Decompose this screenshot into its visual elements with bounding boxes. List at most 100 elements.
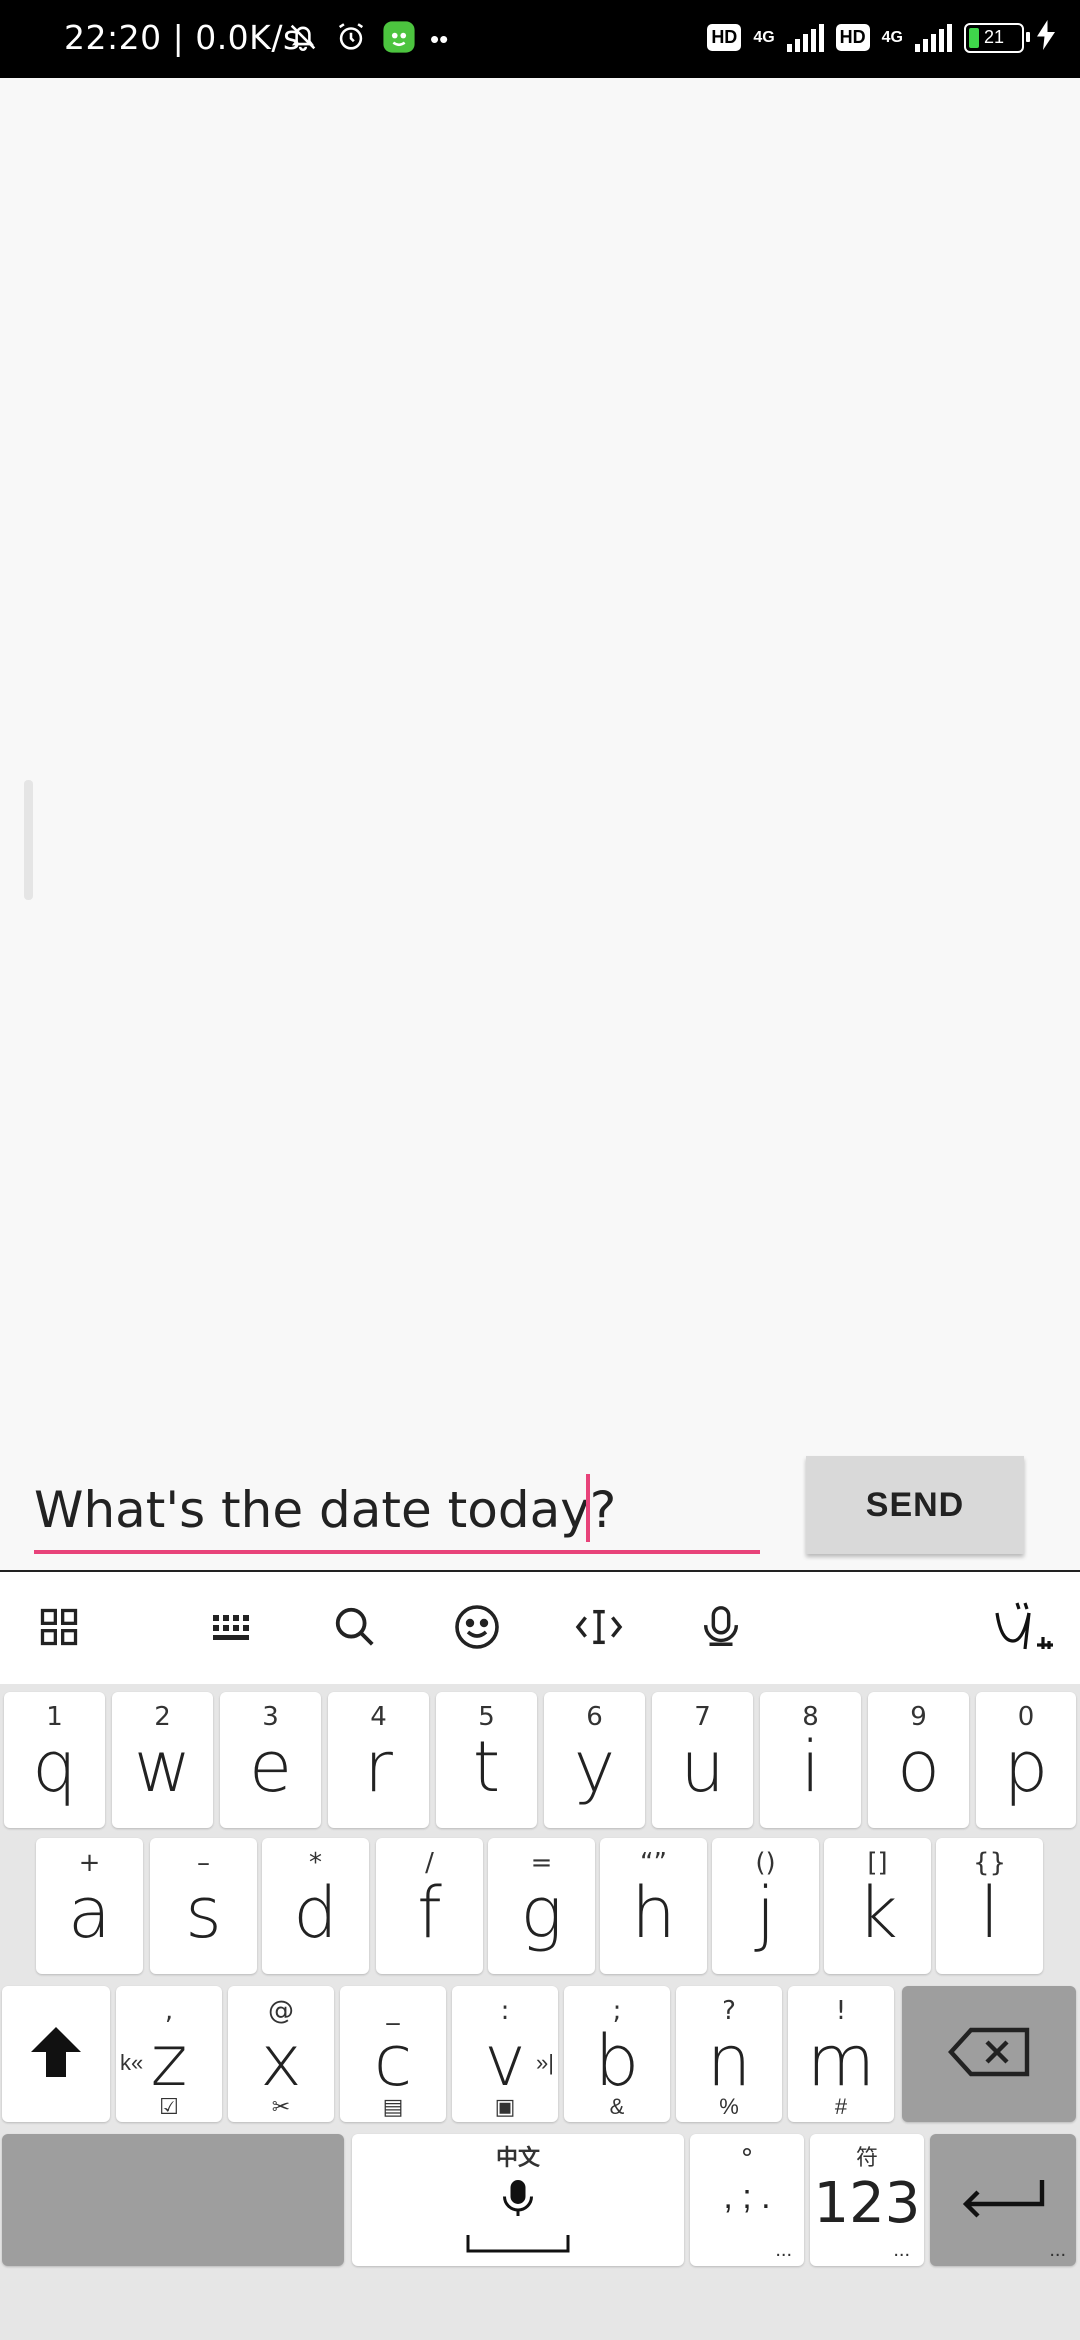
key-x[interactable]: @ x ✂ [228,1986,334,2122]
key-bottom-label: # [834,2094,848,2119]
key-label: n [706,2020,752,2102]
key-label: g [520,1872,563,1954]
status-icons-right: HD 4G HD 4G 21 [707,20,1056,55]
muted-bell-icon [286,20,320,59]
key-z[interactable]: , z ☑ k« [116,1986,222,2122]
keyboard-toolbar [0,1570,1080,1686]
key-label: e [248,1726,293,1808]
more-notifications-icon: •• [430,24,449,54]
hd-badge-1: HD [707,24,742,51]
key-n[interactable]: ? n % [676,1986,782,2122]
send-button[interactable]: SEND [806,1456,1024,1554]
key-label: x [260,2020,302,2102]
key-d[interactable]: * d [262,1838,369,1974]
numbers-key[interactable]: 符 123 ... [810,2134,924,2266]
key-o[interactable]: 9 o [868,1692,969,1828]
numbers-label: 123 [813,2171,921,2236]
key-t[interactable]: 5 t [436,1692,537,1828]
key-w[interactable]: 2 w [112,1692,213,1828]
key-h[interactable]: “” h [600,1838,707,1974]
key-f[interactable]: / f [376,1838,483,1974]
key-label: f [417,1872,442,1954]
voice-icon[interactable] [686,1592,756,1662]
key-u[interactable]: 7 u [652,1692,753,1828]
battery-icon: 21 [964,22,1030,53]
key-label: s [185,1872,222,1954]
key-b[interactable]: ; b & [564,1986,670,2122]
charging-icon [1036,20,1056,55]
symbols-label: 符 [855,2146,878,2171]
key-label: a [68,1872,111,1954]
key-label: b [594,2020,640,2102]
punctuation-more: ... [775,2239,792,2261]
key-label: j [755,1872,776,1954]
key-label: h [631,1872,676,1954]
key-label: k [857,1872,898,1954]
shift-arrow-icon [26,2022,86,2087]
key-m[interactable]: ! m # [788,1986,894,2122]
enter-key[interactable]: ... [930,2134,1076,2266]
enter-arrow-icon [958,2176,1048,2225]
select-all-icon: ☑ [159,2094,179,2119]
cursor-end-icon: »| [536,2050,554,2075]
space-bar-icon [466,2233,570,2258]
key-s[interactable]: – s [150,1838,257,1974]
key-a[interactable]: + a [36,1838,143,1974]
copy-icon: ▤ [382,2094,404,2119]
punctuation-main: , ; . [723,2178,771,2216]
key-p[interactable]: 0 p [976,1692,1076,1828]
key-y[interactable]: 6 y [544,1692,645,1828]
key-label: v [484,2020,526,2102]
cut-icon: ✂ [271,2094,291,2119]
network-type-2: 4G [881,28,903,46]
backspace-key[interactable] [902,1986,1076,2122]
key-label: l [979,1872,1000,1954]
key-i[interactable]: 8 i [760,1692,861,1828]
cursor-move-icon[interactable] [564,1592,634,1662]
key-label: m [806,2020,876,2102]
keyboard-layout-icon[interactable] [198,1592,268,1662]
key-v[interactable]: : v ▣ »| [452,1986,558,2122]
status-bar: 22:20 | 0.0K/s •• HD 4G HD 4G 21 [0,0,1080,78]
search-icon[interactable] [320,1592,390,1662]
app-notification-icon [382,20,416,59]
status-icons-left: •• [286,20,448,59]
brand-logo-icon[interactable] [986,1592,1062,1662]
left-function-key[interactable] [2,2134,344,2266]
emoji-icon[interactable] [442,1592,512,1662]
key-bottom-label: & [609,2094,625,2119]
key-label: c [373,2020,413,2102]
key-q[interactable]: 1 q [4,1692,105,1828]
key-label: p [1003,1726,1049,1808]
key-j[interactable]: () j [712,1838,819,1974]
space-key[interactable]: 中文 [352,2134,684,2266]
punctuation-top: ° [740,2144,754,2174]
shift-key[interactable] [2,1986,110,2122]
key-label: z [150,2020,188,2102]
hd-badge-2: HD [835,24,870,51]
key-l[interactable]: {} l [936,1838,1043,1974]
enter-more: ... [1049,2239,1066,2261]
punctuation-key[interactable]: ° , ; . ... [690,2134,804,2266]
key-label: d [293,1872,338,1954]
key-g[interactable]: = g [488,1838,595,1974]
key-bottom-label: % [719,2094,739,2119]
chinese-mode-label: 中文 [495,2146,540,2171]
key-label: q [32,1726,77,1808]
cursor-home-icon: k« [120,2050,144,2075]
key-label: u [680,1726,725,1808]
signal-bars-icon [915,23,952,52]
message-input[interactable] [34,1470,760,1554]
key-k[interactable]: [] k [824,1838,931,1974]
key-label: r [364,1726,393,1808]
key-label: i [800,1726,821,1808]
key-label: t [472,1726,501,1808]
microphone-icon [500,2178,536,2223]
key-c[interactable]: _ c ▤ [340,1986,446,2122]
grid-menu-icon[interactable] [24,1592,94,1662]
key-r[interactable]: 4 r [328,1692,429,1828]
alarm-icon [334,20,368,59]
battery-level: 21 [983,27,1005,47]
numbers-more: ... [893,2239,910,2261]
key-e[interactable]: 3 e [220,1692,321,1828]
